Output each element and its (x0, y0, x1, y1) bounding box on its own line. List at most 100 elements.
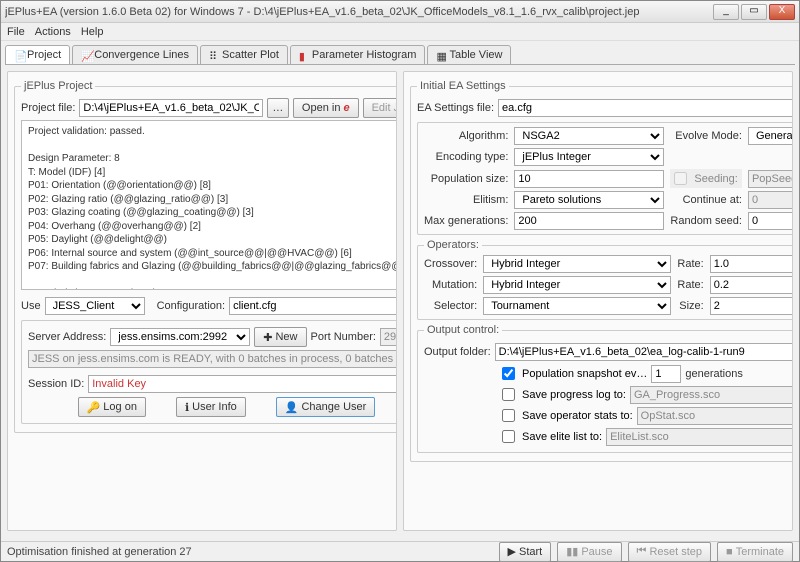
tab-scatter[interactable]: ⠿Scatter Plot (200, 45, 288, 64)
projectfile-input[interactable] (79, 99, 262, 117)
logon-button[interactable]: 🔑Log on (78, 397, 146, 417)
menu-file[interactable]: File (7, 26, 25, 38)
opstat-check[interactable]: Save operator stats to: (498, 406, 633, 425)
info-icon: ℹ (185, 401, 189, 414)
port-label: Port Number: (311, 331, 376, 343)
evolve-select[interactable]: Generational (748, 127, 793, 145)
proglog-input (630, 386, 793, 404)
enc-select[interactable]: jEPlus Integer (514, 148, 664, 166)
cross-rate-input[interactable] (710, 255, 793, 273)
validation-textbox[interactable]: Project validation: passed. Design Param… (21, 120, 397, 290)
sel-size-label: Size: (677, 300, 703, 312)
easettings-label: EA Settings file: (417, 102, 494, 114)
snapshot-check[interactable]: Population snapshot ev… (498, 364, 647, 383)
snapshot-gen-label: generations (685, 368, 743, 380)
rewind-icon: ⏮ (637, 545, 647, 558)
terminate-button[interactable]: ■Terminate (717, 542, 793, 562)
histogram-icon: ▮ (299, 50, 309, 60)
sel-select[interactable]: Tournament (483, 297, 671, 315)
stop-icon: ■ (726, 546, 733, 558)
pop-label: Population size: (424, 173, 508, 185)
rseed-label: Random seed: (670, 215, 742, 227)
sel-label: Selector: (424, 300, 477, 312)
algo-label: Algorithm: (424, 130, 508, 142)
user-icon: 👤 (285, 401, 299, 414)
titlebar[interactable]: jEPlus+EA (version 1.6.0 Beta 02) for Wi… (1, 1, 799, 23)
projectfile-label: Project file: (21, 102, 75, 114)
snapshot-n-input[interactable] (651, 365, 681, 383)
tabstrip: 📄Project 📈Convergence Lines ⠿Scatter Plo… (5, 45, 795, 65)
maxgen-label: Max generations: (424, 215, 508, 227)
menu-help[interactable]: Help (81, 26, 104, 38)
elit-select[interactable]: Pareto solutions (514, 191, 664, 209)
edit-json-button[interactable]: Edit JSON (363, 98, 397, 118)
server-label: Server Address: (28, 331, 106, 343)
minimize-button[interactable]: _ (713, 4, 739, 20)
use-select[interactable]: JESS_Client (45, 297, 145, 315)
app-window: jEPlus+EA (version 1.6.0 Beta 02) for Wi… (0, 0, 800, 562)
close-button[interactable]: X (769, 4, 795, 20)
session-input[interactable] (88, 375, 397, 393)
elite-check[interactable]: Save elite list to: (498, 427, 602, 446)
scatter-icon: ⠿ (209, 50, 219, 60)
pause-button[interactable]: ▮▮Pause (557, 542, 621, 562)
open-in-button[interactable]: Open in e (293, 98, 359, 118)
mut-label: Mutation: (424, 279, 477, 291)
rseed-input[interactable] (748, 212, 793, 230)
menubar: File Actions Help (1, 23, 799, 41)
mut-rate-input[interactable] (710, 276, 793, 294)
tab-histogram[interactable]: ▮Parameter Histogram (290, 45, 426, 64)
cont-input (748, 191, 793, 209)
maxgen-input[interactable] (514, 212, 664, 230)
config-input[interactable] (229, 297, 397, 315)
operators-title: Operators: (424, 239, 482, 251)
tab-project[interactable]: 📄Project (5, 45, 70, 64)
outf-input[interactable] (495, 343, 793, 361)
mut-select[interactable]: Hybrid Integer (483, 276, 671, 294)
statusbar: Optimisation finished at generation 27 ▶… (1, 541, 799, 561)
session-label: Session ID: (28, 378, 84, 390)
seeding-check[interactable]: Seeding: (670, 169, 742, 188)
proglog-check[interactable]: Save progress log to: (498, 385, 626, 404)
output-title: Output control: (424, 324, 502, 336)
algo-select[interactable]: NSGA2 (514, 127, 664, 145)
cont-label: Continue at: (670, 194, 742, 206)
status-message: Optimisation finished at generation 27 (7, 546, 493, 558)
cross-rate-label: Rate: (677, 258, 703, 270)
ea-settings-panel: Initial EA Settings EA Settings file: … … (403, 71, 793, 531)
cross-select[interactable]: Hybrid Integer (483, 255, 671, 273)
userinfo-button[interactable]: ℹUser Info (176, 397, 246, 417)
pop-input[interactable] (514, 170, 664, 188)
use-label: Use (21, 300, 41, 312)
menu-actions[interactable]: Actions (35, 26, 71, 38)
elite-input (606, 428, 793, 446)
new-server-button[interactable]: ✚New (254, 327, 306, 347)
tab-convergence[interactable]: 📈Convergence Lines (72, 45, 198, 64)
maximize-button[interactable]: ▭ (741, 4, 767, 20)
key-icon: 🔑 (87, 401, 101, 414)
evolve-label: Evolve Mode: (670, 130, 742, 142)
server-select[interactable]: jess.ensims.com:2992 (110, 328, 250, 346)
lines-icon: 📈 (81, 50, 91, 60)
jess-status-field (28, 350, 397, 368)
elit-label: Elitism: (424, 194, 508, 206)
easettings-input[interactable] (498, 99, 793, 117)
port-input (380, 328, 397, 346)
start-button[interactable]: ▶Start (499, 542, 552, 562)
jeplus-project-title: jEPlus Project (21, 80, 95, 92)
projectfile-browse-button[interactable]: … (267, 98, 289, 118)
table-icon: ▦ (436, 50, 446, 60)
tab-table[interactable]: ▦Table View (427, 45, 511, 64)
sel-size-input[interactable] (710, 297, 793, 315)
reset-button[interactable]: ⏮Reset step (628, 542, 712, 562)
jeplus-project-panel: jEPlus Project Project file: … Open in e… (7, 71, 397, 531)
outf-label: Output folder: (424, 346, 491, 358)
enc-label: Encoding type: (424, 151, 508, 163)
cross-label: Crossover: (424, 258, 477, 270)
opstat-input (637, 407, 793, 425)
eplus-e-icon: e (343, 102, 349, 114)
config-label: Configuration: (157, 300, 226, 312)
changeuser-button[interactable]: 👤Change User (276, 397, 376, 417)
pause-icon: ▮▮ (566, 545, 578, 558)
play-icon: ▶ (508, 545, 516, 558)
